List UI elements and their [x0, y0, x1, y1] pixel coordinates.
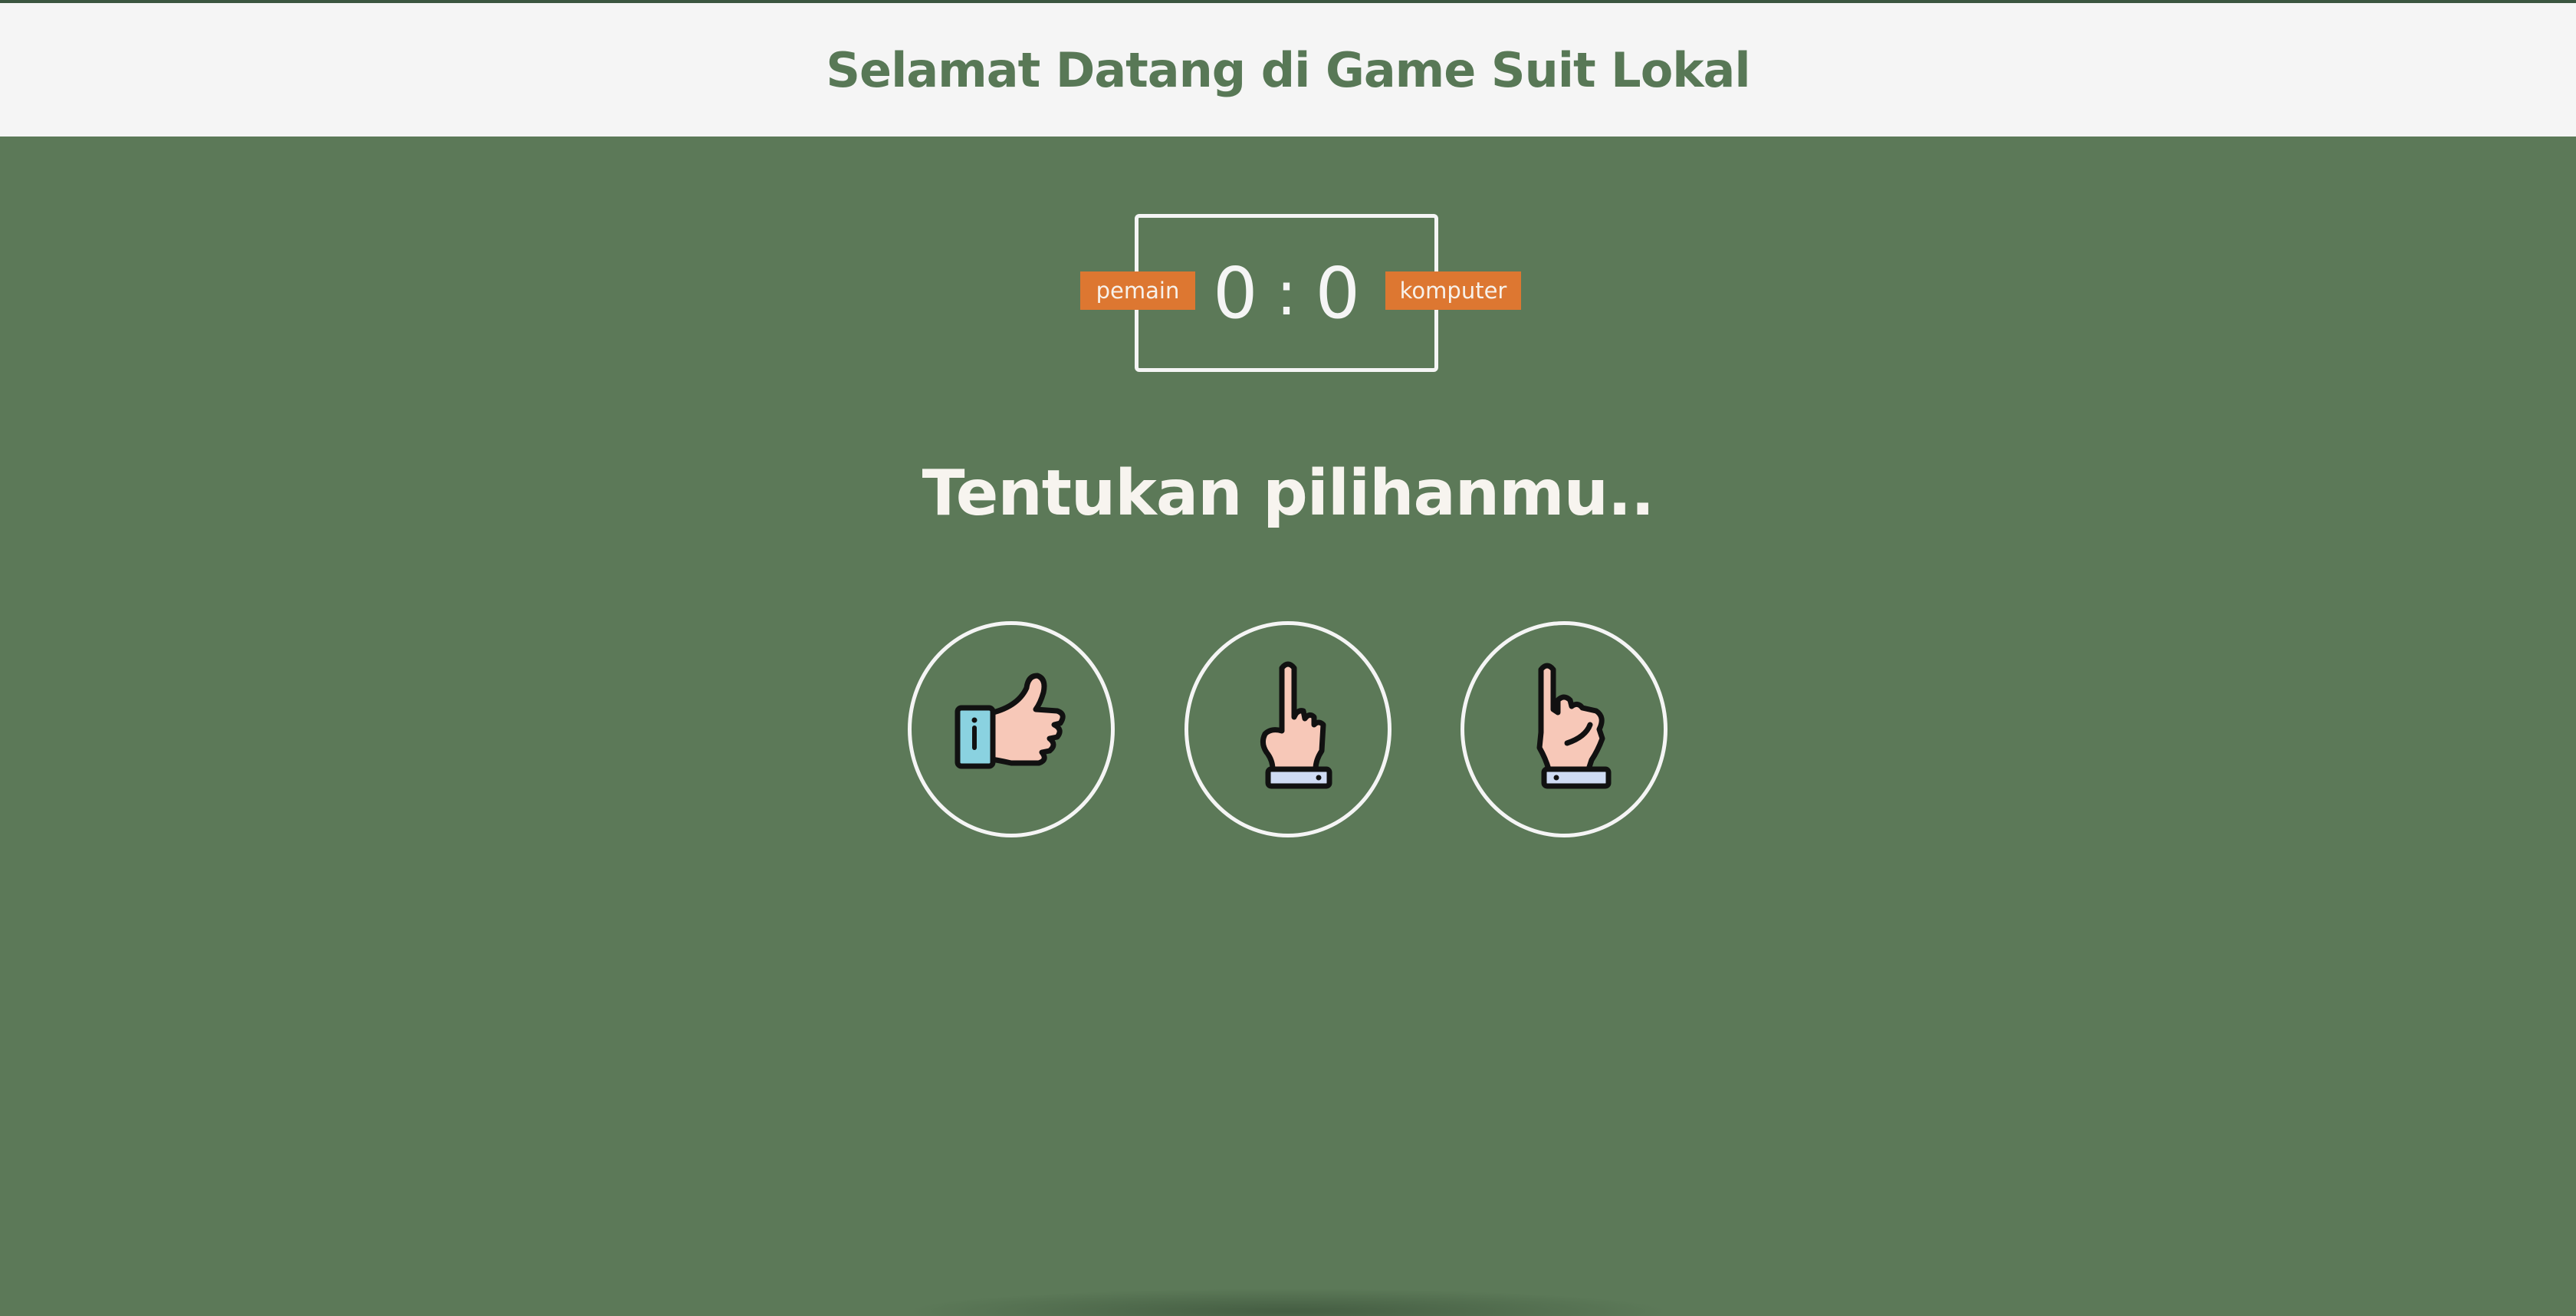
pinky-finger-icon [1536, 663, 1612, 789]
index-finger-icon [1260, 661, 1332, 789]
choice-prompt: Tentukan pilihanmu.. [922, 457, 1655, 530]
player-score: 0 [1212, 252, 1258, 334]
thumb-icon [955, 673, 1066, 769]
computer-score: 0 [1315, 252, 1361, 334]
choice-index-finger-button[interactable] [1184, 621, 1392, 837]
page-title: Selamat Datang di Game Suit Lokal [826, 41, 1750, 98]
computer-label: komputer [1385, 271, 1521, 310]
choice-thumb-button[interactable] [908, 621, 1115, 837]
page-header: Selamat Datang di Game Suit Lokal [0, 3, 2576, 137]
score-separator: : [1276, 257, 1297, 329]
choice-pinky-finger-button[interactable] [1460, 621, 1668, 837]
player-label: pemain [1080, 271, 1195, 310]
